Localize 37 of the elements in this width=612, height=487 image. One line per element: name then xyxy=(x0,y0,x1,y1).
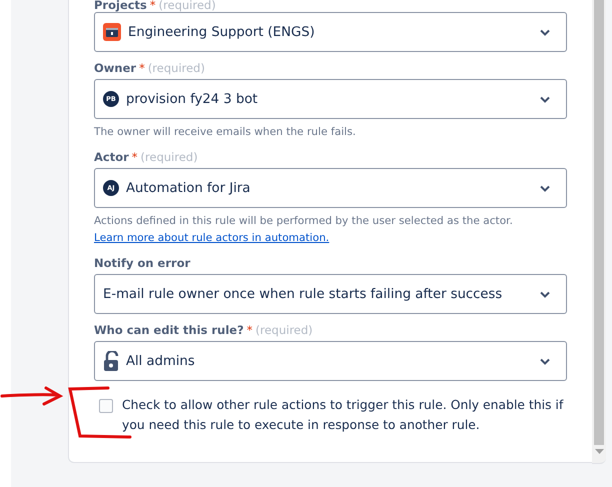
required-asterisk: * xyxy=(132,150,138,164)
required-hint: (required) xyxy=(140,150,198,164)
required-asterisk: * xyxy=(150,0,156,10)
field-label: Projects xyxy=(94,0,147,10)
checkbox-label: Check to allow other rule actions to trigger this rule. Only enable this if you need this rule to execute in response to another rule. xyxy=(122,396,564,434)
selected-value: provision fy24 3 bot xyxy=(126,92,259,106)
scroll-down-icon[interactable] xyxy=(594,449,604,455)
project-icon xyxy=(103,23,121,41)
field-label: Owner xyxy=(94,61,136,75)
chevron-down-icon xyxy=(540,96,550,102)
selected-value: E-mail rule owner once when rule starts failing after success xyxy=(103,286,504,302)
select-field[interactable]: Engineering Support (ENGS) xyxy=(94,12,567,52)
checkbox[interactable] xyxy=(99,399,113,413)
chevron-down-icon xyxy=(540,358,550,364)
scrollbar[interactable] xyxy=(592,0,606,464)
select-field[interactable]: E-mail rule owner once when rule starts failing after success xyxy=(94,274,567,314)
lock-icon xyxy=(103,351,119,371)
required-asterisk: * xyxy=(246,323,253,337)
field-label: Actor xyxy=(94,150,129,164)
chevron-down-icon xyxy=(540,290,550,298)
selected-value: Engineering Support (ENGS) xyxy=(128,24,316,40)
select-field[interactable]: All admins xyxy=(94,341,567,381)
selected-value: Automation for Jira xyxy=(126,180,252,196)
helper-text: The owner will receive emails when the rule fails. xyxy=(94,125,357,140)
required-asterisk: * xyxy=(139,61,145,75)
required-hint: (required) xyxy=(148,61,205,75)
learn-more-link[interactable]: Learn more about rule actors in automation. xyxy=(94,232,330,244)
chevron-down-icon xyxy=(540,28,550,36)
annotation-arrow xyxy=(0,386,62,406)
selected-value: All admins xyxy=(126,354,196,368)
helper-text: Actions defined in this rule will be performed by the user selected as the actor. Learn more about rule actors in automation. xyxy=(94,214,514,246)
chevron-down-icon xyxy=(540,184,550,192)
scrollbar-thumb[interactable] xyxy=(594,0,604,445)
field-label: Who can edit this rule? xyxy=(94,323,244,337)
field-label: Notify on error xyxy=(94,256,190,270)
required-hint: (required) xyxy=(158,0,216,10)
required-hint: (required) xyxy=(256,323,313,337)
